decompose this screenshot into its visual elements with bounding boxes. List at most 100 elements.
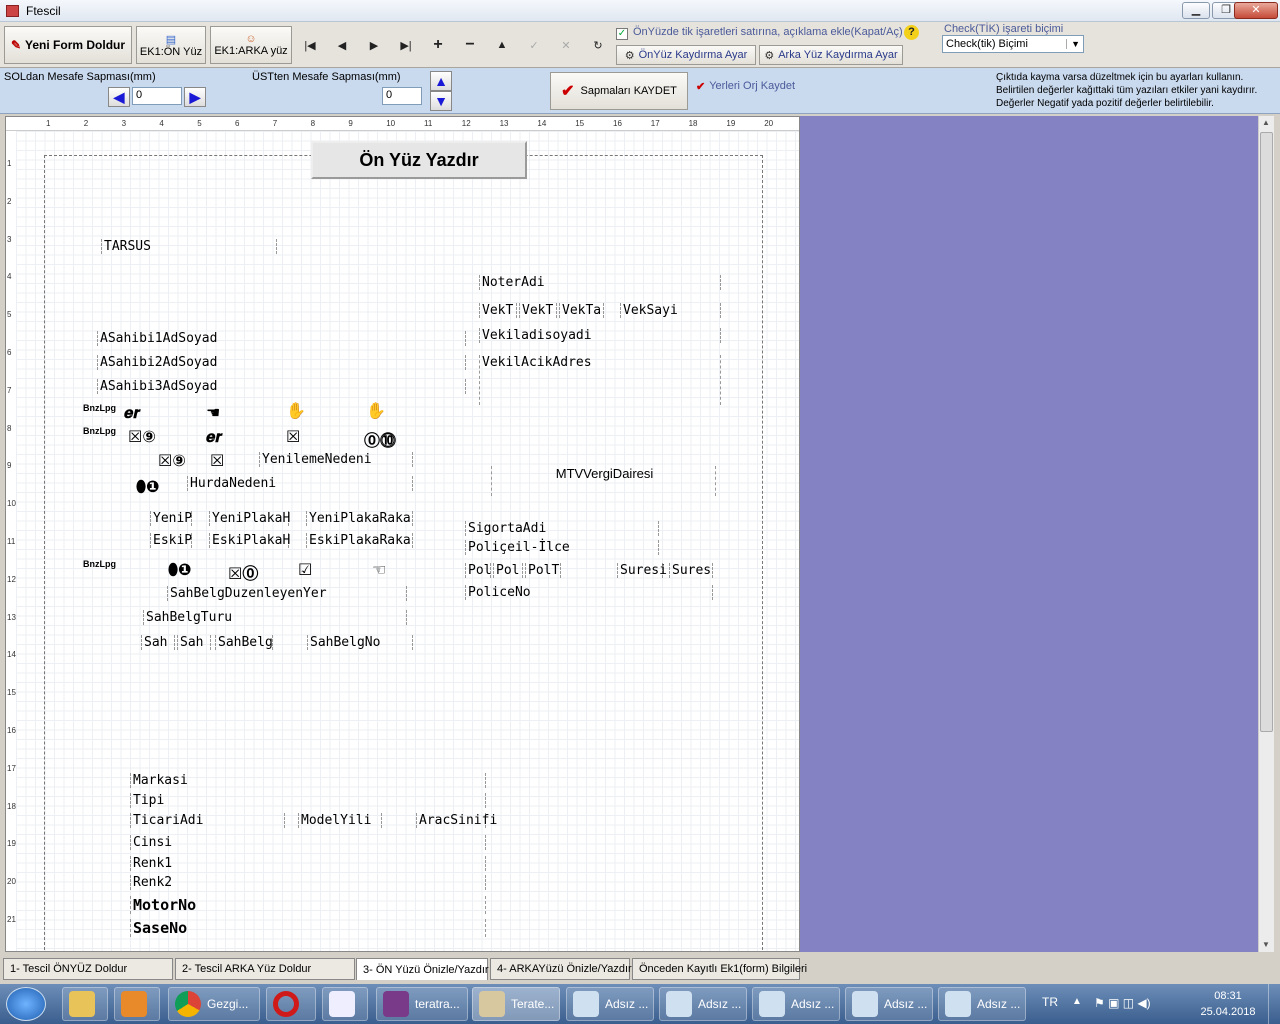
taskbar-document[interactable] <box>322 987 368 1021</box>
language-indicator[interactable]: TR <box>1042 995 1058 1009</box>
field-noter[interactable]: NoterAdi <box>479 275 721 290</box>
close-button[interactable]: ✕ <box>1234 2 1278 19</box>
print-front-button[interactable]: Ön Yüz Yazdır <box>311 141 527 179</box>
taskbar-chrome[interactable]: Gezgi... <box>168 987 260 1021</box>
clock-date[interactable]: 25.04.2018 <box>1196 1006 1260 1018</box>
field-owner-3[interactable]: ASahibi3AdSoyad <box>97 379 466 394</box>
delete-record-button[interactable]: − <box>456 34 484 56</box>
field-city[interactable]: TARSUS <box>101 239 277 254</box>
field-vekil[interactable]: Vekiladisoyadi <box>479 328 721 343</box>
field-yenileme[interactable]: YenilemeNedeni <box>259 452 413 467</box>
field-vek3[interactable]: VekTa <box>559 303 604 318</box>
field-eski-plaka-h[interactable]: EskiPlakaH <box>209 533 290 548</box>
prev-record-button[interactable]: ◀ <box>328 34 356 56</box>
field-sah-2[interactable]: Sah <box>177 635 211 650</box>
down-arrow-button[interactable]: ▼ <box>430 91 452 111</box>
field-sah-belg[interactable]: SahBelg <box>215 635 273 650</box>
right-arrow-button[interactable]: ▶ <box>184 87 206 107</box>
tab-back-preview[interactable]: 4- ARKAYüzü Önizle/Yazdır <box>490 958 632 980</box>
field-sah-belg-turu[interactable]: SahBelgTuru <box>143 610 407 625</box>
taskbar-media[interactable] <box>114 987 160 1021</box>
field-arac-sinifi[interactable]: AracSinifi <box>416 813 497 828</box>
field-sase-no[interactable]: SaseNo <box>130 919 486 937</box>
reset-positions-button[interactable]: ✔ Yerleri Orj Kaydet <box>696 80 795 93</box>
scroll-up-icon[interactable]: ▲ <box>1262 118 1270 127</box>
post-record-button[interactable]: ✓ <box>520 34 548 56</box>
tab-front-fill[interactable]: 1- Tescil ÖNYÜZ Doldur <box>3 958 173 980</box>
left-arrow-button[interactable]: ◀ <box>108 87 130 107</box>
field-vekil-adres[interactable]: VekilAcikAdres <box>479 355 721 405</box>
field-suresi-1[interactable]: Suresi <box>617 563 667 578</box>
taskbar-winrar[interactable]: teratra... <box>376 987 468 1021</box>
taskbar-explorer[interactable] <box>62 987 108 1021</box>
field-yenip[interactable]: YeniP <box>150 511 192 526</box>
field-mtv[interactable]: MTVVergiDairesi <box>491 466 716 496</box>
field-sah-1[interactable]: Sah <box>141 635 175 650</box>
field-police-no[interactable]: PoliceNo <box>465 585 713 600</box>
field-eski-plaka-raka[interactable]: EskiPlakaRaka <box>306 533 413 548</box>
field-markasi[interactable]: Markasi <box>130 773 486 788</box>
field-pol-3[interactable]: PolT <box>525 563 561 578</box>
field-owner-2[interactable]: ASahibi2AdSoyad <box>97 355 466 370</box>
next-record-button[interactable]: ▶ <box>360 34 388 56</box>
field-police-ilce[interactable]: Poliçeil-İlce <box>465 540 659 555</box>
field-suresi-2[interactable]: Sures <box>669 563 713 578</box>
taskbar-opera[interactable] <box>266 987 316 1021</box>
field-model-yili[interactable]: ModelYili <box>298 813 382 828</box>
scroll-down-icon[interactable]: ▼ <box>1262 940 1270 949</box>
field-sah-belg-no[interactable]: SahBelgNo <box>307 635 413 650</box>
field-ticari-adi[interactable]: TicariAdi <box>130 813 285 828</box>
tab-saved-forms[interactable]: Önceden Kayıtlı Ek1(form) Bilgileri <box>632 958 807 980</box>
field-owner-1[interactable]: ASahibi1AdSoyad <box>97 331 466 346</box>
vertical-scrollbar[interactable]: ▲ ▼ <box>1258 116 1274 952</box>
tick-option-checkbox[interactable]: ✓ <box>616 28 628 40</box>
field-yeni-plaka-raka[interactable]: YeniPlakaRaka <box>306 511 413 526</box>
field-vek2[interactable]: VekT <box>519 303 557 318</box>
new-form-button[interactable]: ✎ Yeni Form Doldur <box>4 26 132 64</box>
field-motor-no[interactable]: MotorNo <box>130 896 486 914</box>
save-offsets-button[interactable]: ✔ Sapmaları KAYDET <box>550 72 688 110</box>
field-renk-1[interactable]: Renk1 <box>130 856 486 871</box>
scroll-thumb[interactable] <box>1260 132 1273 732</box>
field-renk-2[interactable]: Renk2 <box>130 875 486 890</box>
field-pol-2[interactable]: Pol <box>493 563 523 578</box>
field-tipi[interactable]: Tipi <box>130 793 486 808</box>
first-record-button[interactable]: |◀ <box>296 34 324 56</box>
field-sah-belg-yer[interactable]: SahBelgDuzenleyenYer <box>167 586 407 601</box>
field-cinsi[interactable]: Cinsi <box>130 835 486 850</box>
add-record-button[interactable]: + <box>424 34 452 56</box>
field-pol-1[interactable]: Pol <box>465 563 491 578</box>
taskbar-paint-5[interactable]: Adsız ... <box>938 987 1026 1021</box>
clock-time[interactable]: 08:31 <box>1200 990 1256 1002</box>
back-shift-button[interactable]: ⚙ Arka Yüz Kaydırma Ayar <box>759 45 903 65</box>
field-sigorta[interactable]: SigortaAdi <box>465 521 659 536</box>
cancel-record-button[interactable]: ✕ <box>552 34 580 56</box>
left-offset-input[interactable]: 0 <box>132 87 182 105</box>
field-yeni-plaka-h[interactable]: YeniPlakaH <box>209 511 290 526</box>
ek1-back-button[interactable]: ☺ EK1:ARKA yüz <box>210 26 292 64</box>
tray-expand-icon[interactable]: ▲ <box>1072 996 1082 1007</box>
taskbar-paint-4[interactable]: Adsız ... <box>845 987 933 1021</box>
last-record-button[interactable]: ▶| <box>392 34 420 56</box>
edit-record-button[interactable]: ▲ <box>488 34 516 56</box>
field-hurda[interactable]: HurdaNedeni <box>187 476 413 491</box>
taskbar-terate[interactable]: Terate... <box>472 987 560 1021</box>
tab-front-preview[interactable]: 3- ÖN Yüzü Önizle/Yazdır <box>356 958 489 980</box>
taskbar-paint-1[interactable]: Adsız ... <box>566 987 654 1021</box>
taskbar-paint-2[interactable]: Adsız ... <box>659 987 747 1021</box>
show-desktop-button[interactable] <box>1268 984 1280 1024</box>
taskbar-paint-3[interactable]: Adsız ... <box>752 987 840 1021</box>
field-vek1[interactable]: VekT <box>479 303 517 318</box>
minimize-button[interactable]: ▁ <box>1182 2 1210 19</box>
top-offset-input[interactable]: 0 <box>382 87 422 105</box>
up-arrow-button[interactable]: ▲ <box>430 71 452 91</box>
help-icon[interactable]: ? <box>904 25 919 40</box>
refresh-button[interactable]: ↻ <box>584 34 612 56</box>
tick-format-select[interactable]: Check(tik) Biçimi ▼ <box>942 35 1084 53</box>
tab-back-fill[interactable]: 2- Tescil ARKA Yüz Doldur <box>175 958 355 980</box>
field-veksayi[interactable]: VekSayi <box>620 303 721 318</box>
front-shift-button[interactable]: ⚙ ÖnYüz Kaydırma Ayar <box>616 45 756 65</box>
field-eskip[interactable]: EskiP <box>150 533 192 548</box>
start-button[interactable] <box>6 987 46 1021</box>
ek1-front-button[interactable]: ▤ EK1:ÖN Yüz <box>136 26 206 64</box>
